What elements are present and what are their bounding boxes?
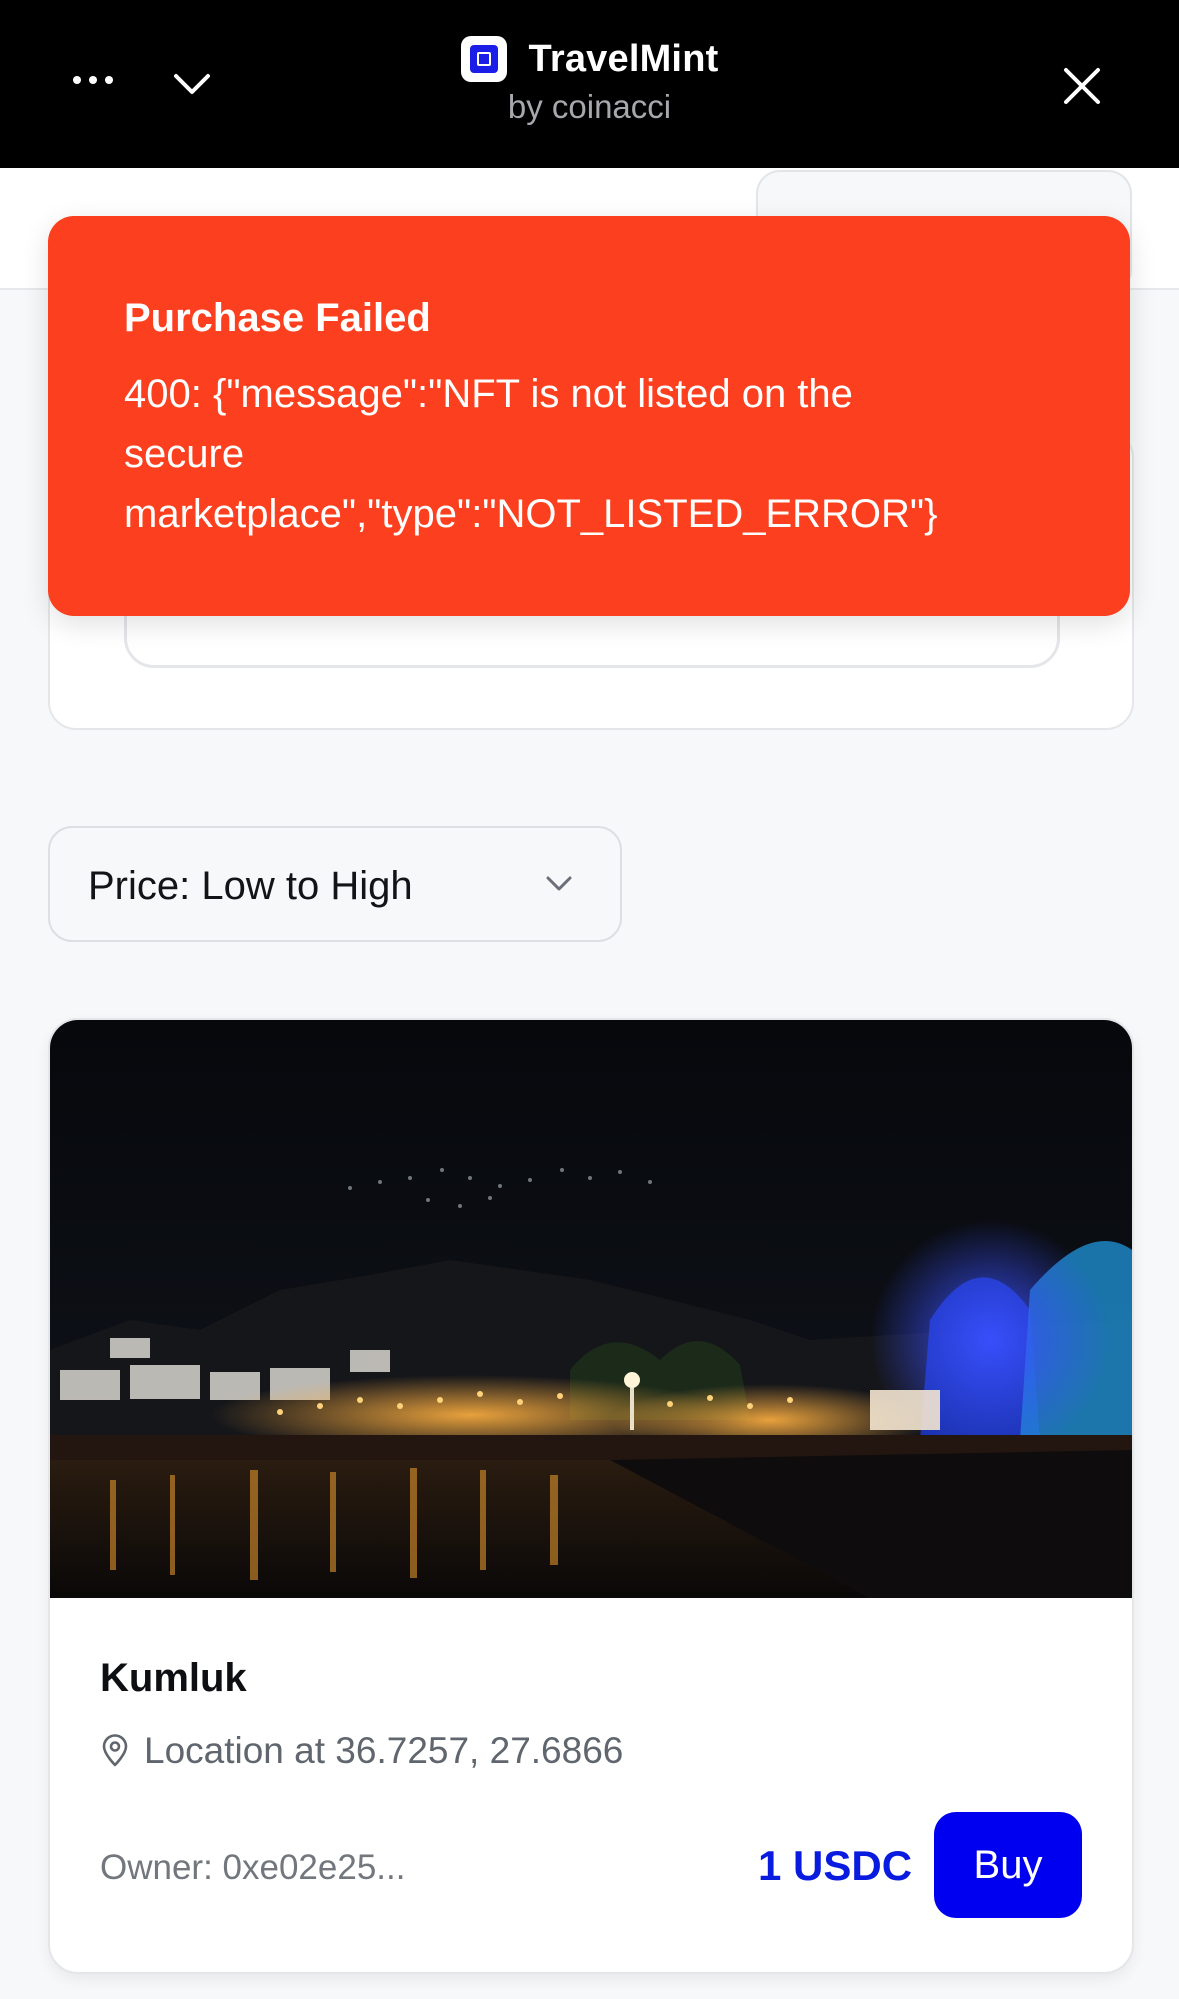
app-logo-icon xyxy=(460,36,507,82)
buy-button[interactable]: Buy xyxy=(934,1812,1082,1918)
error-toast[interactable]: Purchase Failed 400: {"message":"NFT is … xyxy=(48,216,1130,616)
sort-selected-value: Price: Low to High xyxy=(88,864,413,908)
toast-message: 400: {"message":"NFT is not listed on th… xyxy=(124,372,938,536)
mini-app-bar: TravelMint by coinacci xyxy=(0,0,1179,168)
listing-title: Kumluk xyxy=(100,1656,247,1700)
listing-price: 1 USDC xyxy=(758,1842,913,1889)
sort-dropdown[interactable]: Price: Low to High xyxy=(48,826,622,942)
app-name: TravelMint xyxy=(528,37,719,80)
listing-owner: Owner: 0xe02e25... xyxy=(100,1848,406,1887)
listing-photo[interactable] xyxy=(50,1020,1132,1598)
listing-location: Location at 36.7257, 27.6866 xyxy=(100,1730,623,1772)
close-icon[interactable] xyxy=(1058,62,1106,110)
listing-location-text: Location at 36.7257, 27.6866 xyxy=(144,1730,624,1771)
app-subtitle: by coinacci xyxy=(507,88,672,125)
map-pin-icon xyxy=(102,1734,128,1767)
app-title-block: TravelMint by coinacci xyxy=(0,36,1179,126)
toast-title: Purchase Failed xyxy=(124,296,431,340)
chevron-down-icon xyxy=(546,876,572,891)
nft-listing-card[interactable]: Kumluk Location at 36.7257, 27.6866 Owne… xyxy=(48,1018,1134,1974)
